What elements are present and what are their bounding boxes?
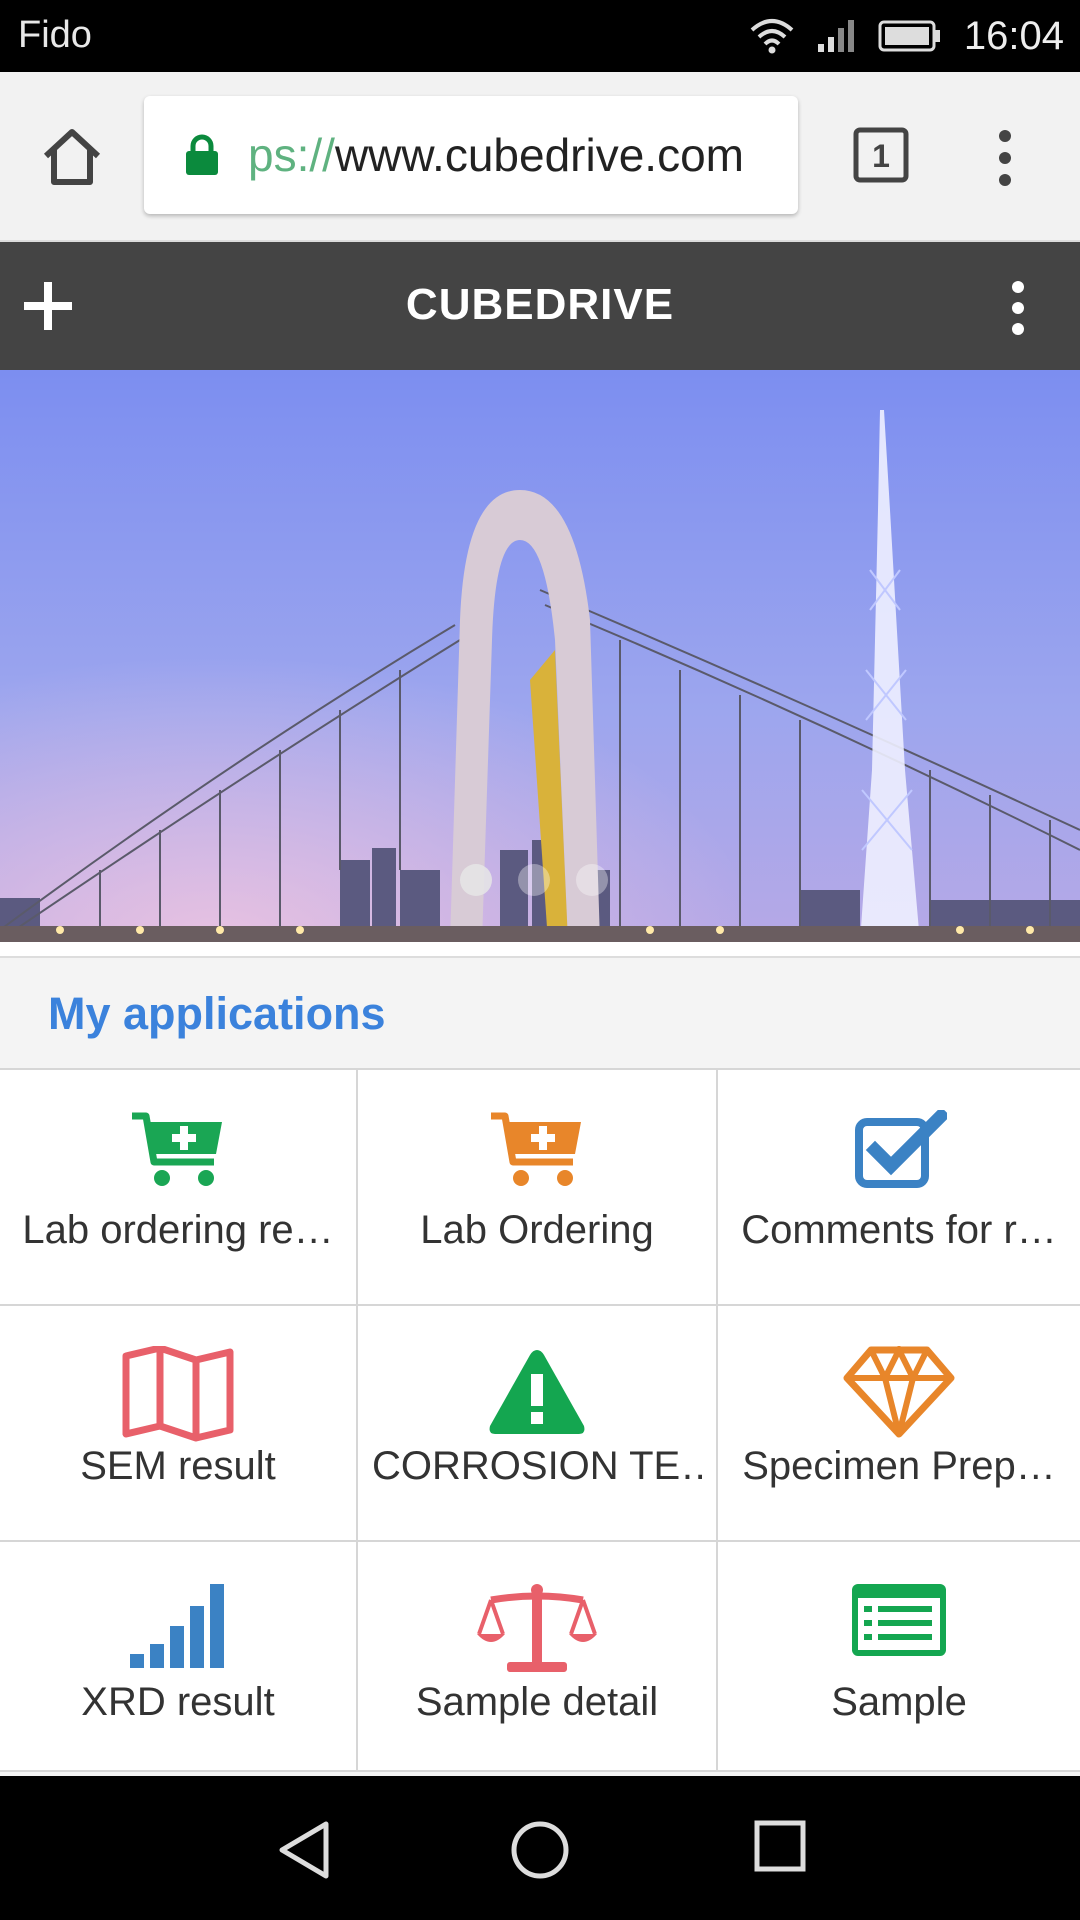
url-text[interactable]: ps://www.cubedrive.com [248,128,788,184]
app-label: Lab ordering re… [22,1208,334,1252]
clock: 16:04 [963,13,1064,58]
carousel-dot[interactable] [576,864,608,896]
tabs-icon: 1 [853,127,909,183]
system-nav-bar [0,1776,1080,1920]
carousel-indicators [460,864,608,896]
recents-icon[interactable] [754,1820,806,1872]
tab-switcher-button[interactable]: 1 [852,126,910,184]
app-tile[interactable]: XRD result [0,1542,358,1772]
app-label: Lab Ordering [420,1208,654,1252]
cart-plus-icon [132,1112,222,1186]
list-card-icon [852,1584,946,1656]
banner-carousel[interactable] [0,370,1080,942]
app-tile[interactable]: Sample detail [358,1542,718,1772]
warning-icon [489,1350,585,1434]
app-tile[interactable]: Specimen Prep… [718,1306,1080,1542]
app-more-icon[interactable] [1006,280,1030,336]
carrier-name: Fido [18,14,92,56]
app-label: XRD result [81,1680,275,1724]
map-icon [122,1346,234,1442]
browser-toolbar: ps://www.cubedrive.com 1 [0,72,1080,242]
cart-plus-icon [491,1112,581,1186]
app-label: SEM result [80,1444,276,1488]
back-icon[interactable] [276,1820,332,1880]
browser-menu-icon[interactable] [990,128,1020,188]
app-label: Sample [831,1680,967,1724]
app-title: CUBEDRIVE [405,280,675,329]
app-header: CUBEDRIVE [0,242,1080,370]
app-label: Sample detail [415,1680,659,1724]
app-tile[interactable]: Lab ordering re… [0,1070,358,1306]
app-tile[interactable]: Comments for r… [718,1070,1080,1306]
app-label: Specimen Prep… [742,1444,1056,1488]
checkbox-icon [855,1110,947,1188]
wifi-icon [750,19,794,54]
section-title: My applications [48,988,386,1039]
carousel-dot[interactable] [518,864,550,896]
divider [0,942,1080,958]
home-icon[interactable] [40,126,104,190]
diamond-icon [843,1346,955,1438]
app-tile[interactable]: SEM result [0,1306,358,1542]
app-label: Comments for r… [741,1208,1057,1252]
url-scheme: ps:// [248,129,335,181]
url-bar[interactable]: ps://www.cubedrive.com [144,96,798,214]
app-label: CORROSION TE… [372,1444,702,1488]
signal-bars-icon [130,1584,224,1668]
signal-icon [817,20,854,52]
app-tile[interactable]: Lab Ordering [358,1070,718,1306]
app-tile[interactable]: Sample [718,1542,1080,1772]
carousel-dot[interactable] [460,864,492,896]
lock-icon [186,134,218,175]
url-host: www.cubedrive.com [334,129,744,181]
balance-scale-icon [477,1584,597,1672]
status-bar: Fido 16:04 [0,0,1080,72]
home-nav-icon[interactable] [510,1820,570,1880]
tab-count: 1 [872,138,890,174]
banner-image [0,370,1080,942]
app-grid: Lab ordering re… Lab Ordering Comments f… [0,1068,1080,1772]
app-tile[interactable]: CORROSION TE… [358,1306,718,1542]
battery-icon [878,20,940,52]
